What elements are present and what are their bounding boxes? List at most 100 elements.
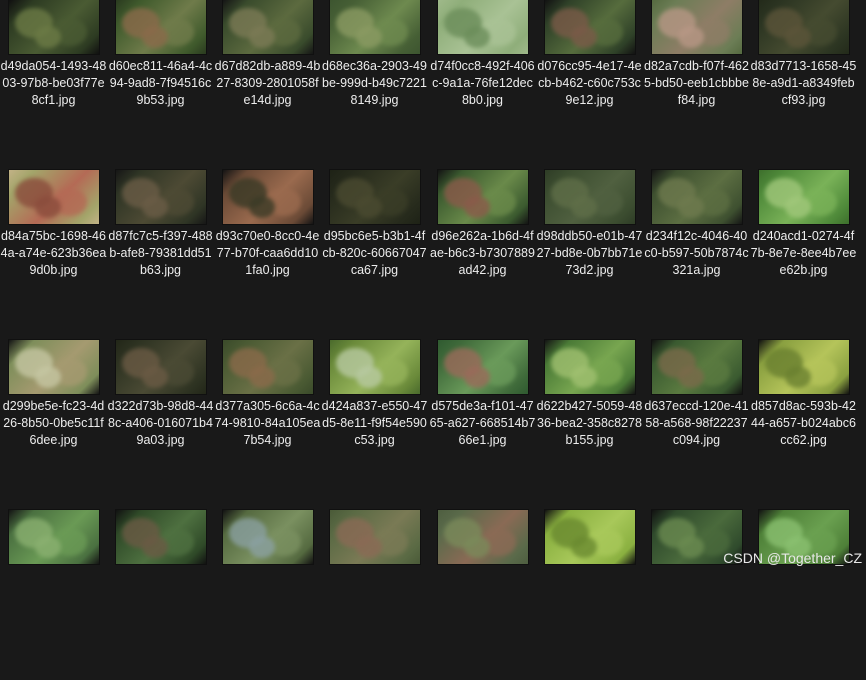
file-item[interactable] xyxy=(750,510,857,680)
image-thumbnail[interactable] xyxy=(437,510,528,564)
image-thumbnail[interactable] xyxy=(329,170,420,224)
image-thumbnail[interactable] xyxy=(758,0,849,54)
file-name: d98ddb50-e01b-4727-bd8e-0b7bb71e73d2.jpg xyxy=(536,229,643,277)
foliage-blob xyxy=(248,26,275,48)
image-thumbnail[interactable] xyxy=(222,340,313,394)
image-thumbnail[interactable] xyxy=(115,340,206,394)
file-item[interactable]: d857d8ac-593b-4244-a657-b024abc6cc62.jpg xyxy=(750,340,857,510)
thumbnail-frame xyxy=(643,0,750,60)
file-item[interactable]: d377a305-6c6a-4c74-9810-84a105ea7b54.jpg xyxy=(214,340,321,510)
file-item[interactable] xyxy=(643,510,750,680)
foliage-blob xyxy=(570,26,597,48)
foliage-blob xyxy=(784,366,811,388)
image-thumbnail[interactable] xyxy=(115,0,206,54)
thumbnail-frame xyxy=(0,0,107,60)
thumbnail-frame xyxy=(750,170,857,230)
thumbnail-frame xyxy=(536,0,643,60)
file-item[interactable] xyxy=(214,510,321,680)
image-thumbnail[interactable] xyxy=(222,170,313,224)
file-item[interactable]: d49da054-1493-4803-97b8-be03f77e8cf1.jpg xyxy=(0,0,107,170)
file-item[interactable] xyxy=(321,510,428,680)
file-item[interactable]: d68ec36a-2903-49be-999d-b49c72218149.jpg xyxy=(321,0,428,170)
image-thumbnail[interactable] xyxy=(758,340,849,394)
image-thumbnail[interactable] xyxy=(8,170,99,224)
file-item[interactable]: d74f0cc8-492f-406c-9a1a-76fe12dec8b0.jpg xyxy=(429,0,536,170)
image-thumbnail[interactable] xyxy=(437,0,528,54)
image-thumbnail[interactable] xyxy=(115,170,206,224)
image-thumbnail[interactable] xyxy=(544,340,635,394)
thumbnail-frame xyxy=(429,340,536,400)
image-thumbnail[interactable] xyxy=(651,170,742,224)
file-name: d93c70e0-8cc0-4e77-b70f-caa6dd101fa0.jpg xyxy=(215,229,320,277)
thumbnail-frame xyxy=(214,170,321,230)
foliage-blob xyxy=(141,536,168,558)
thumbnail-frame xyxy=(429,510,536,570)
foliage-blob xyxy=(141,366,168,388)
image-thumbnail[interactable] xyxy=(544,170,635,224)
file-item[interactable]: d234f12c-4046-40c0-b597-50b7874c321a.jpg xyxy=(643,170,750,340)
file-item[interactable]: d240acd1-0274-4f7b-8e7e-8ee4b7eee62b.jpg xyxy=(750,170,857,340)
file-item[interactable]: d60ec811-46a4-4c94-9ad8-7f94516c9b53.jpg xyxy=(107,0,214,170)
file-name: d377a305-6c6a-4c74-9810-84a105ea7b54.jpg xyxy=(214,399,321,447)
file-name: d322d73b-98d8-448c-a406-016071b49a03.jpg xyxy=(107,399,214,447)
thumbnail-frame xyxy=(536,510,643,570)
foliage-blob xyxy=(570,196,597,218)
file-name: d424a837-e550-47d5-8e11-f9f54e590c53.jpg xyxy=(321,399,428,447)
image-thumbnail[interactable] xyxy=(329,340,420,394)
file-name: d076cc95-4e17-4ecb-b462-c60c753c9e12.jpg xyxy=(537,59,642,107)
image-thumbnail[interactable] xyxy=(329,510,420,564)
thumbnail-frame xyxy=(321,340,428,400)
image-thumbnail[interactable] xyxy=(8,0,99,54)
thumbnail-frame xyxy=(321,510,428,570)
thumbnail-frame xyxy=(0,340,107,400)
image-thumbnail[interactable] xyxy=(222,510,313,564)
file-item[interactable]: d83d7713-1658-458e-a9d1-a8349febcf93.jpg xyxy=(750,0,857,170)
image-thumbnail[interactable] xyxy=(544,0,635,54)
file-item[interactable]: d622b427-5059-4836-bea2-358c8278b155.jpg xyxy=(536,340,643,510)
file-item[interactable]: d076cc95-4e17-4ecb-b462-c60c753c9e12.jpg xyxy=(536,0,643,170)
thumbnail-frame xyxy=(429,0,536,60)
image-thumbnail[interactable] xyxy=(544,510,635,564)
file-item[interactable]: d299be5e-fc23-4d26-8b50-0be5c11f6dee.jpg xyxy=(0,340,107,510)
file-item[interactable]: d96e262a-1b6d-4fae-b6c3-b7307889ad42.jpg xyxy=(429,170,536,340)
image-thumbnail[interactable] xyxy=(758,170,849,224)
file-name: d67d82db-a889-4b27-8309-2801058fe14d.jpg xyxy=(214,59,321,107)
file-item[interactable]: d82a7cdb-f07f-4625-bd50-eeb1cbbbef84.jpg xyxy=(643,0,750,170)
file-item[interactable]: d67d82db-a889-4b27-8309-2801058fe14d.jpg xyxy=(214,0,321,170)
file-item[interactable]: d637eccd-120e-4158-a568-98f22237c094.jpg xyxy=(643,340,750,510)
file-name: d82a7cdb-f07f-4625-bd50-eeb1cbbbef84.jpg xyxy=(644,59,749,107)
file-item[interactable]: d424a837-e550-47d5-8e11-f9f54e590c53.jpg xyxy=(321,340,428,510)
file-item[interactable] xyxy=(107,510,214,680)
image-thumbnail[interactable] xyxy=(437,340,528,394)
file-item[interactable]: d84a75bc-1698-464a-a74e-623b36ea9d0b.jpg xyxy=(0,170,107,340)
file-name: d240acd1-0274-4f7b-8e7e-8ee4b7eee62b.jpg xyxy=(750,229,857,277)
image-thumbnail[interactable] xyxy=(651,0,742,54)
foliage-blob xyxy=(677,196,704,218)
file-item[interactable]: d322d73b-98d8-448c-a406-016071b49a03.jpg xyxy=(107,340,214,510)
image-thumbnail[interactable] xyxy=(437,170,528,224)
file-item[interactable] xyxy=(429,510,536,680)
file-name: d575de3a-f101-4765-a627-668514b766e1.jpg xyxy=(429,399,536,447)
file-item[interactable] xyxy=(0,510,107,680)
thumbnail-frame xyxy=(321,170,428,230)
file-item[interactable]: d95bc6e5-b3b1-4fcb-820c-60667047ca67.jpg xyxy=(321,170,428,340)
foliage-blob xyxy=(141,26,168,48)
file-name: d622b427-5059-4836-bea2-358c8278b155.jpg xyxy=(536,399,643,447)
foliage-blob xyxy=(463,366,490,388)
image-thumbnail[interactable] xyxy=(8,340,99,394)
foliage-blob xyxy=(355,366,382,388)
file-item[interactable]: d98ddb50-e01b-4727-bd8e-0b7bb71e73d2.jpg xyxy=(536,170,643,340)
thumbnail-frame xyxy=(536,340,643,400)
image-thumbnail[interactable] xyxy=(115,510,206,564)
image-thumbnail[interactable] xyxy=(651,340,742,394)
thumbnail-frame xyxy=(214,340,321,400)
image-thumbnail[interactable] xyxy=(8,510,99,564)
file-name: d95bc6e5-b3b1-4fcb-820c-60667047ca67.jpg xyxy=(322,229,427,277)
thumbnail-frame xyxy=(750,0,857,60)
file-item[interactable] xyxy=(536,510,643,680)
file-item[interactable]: d575de3a-f101-4765-a627-668514b766e1.jpg xyxy=(429,340,536,510)
image-thumbnail[interactable] xyxy=(329,0,420,54)
image-thumbnail[interactable] xyxy=(222,0,313,54)
file-item[interactable]: d93c70e0-8cc0-4e77-b70f-caa6dd101fa0.jpg xyxy=(214,170,321,340)
file-item[interactable]: d87fc7c5-f397-488b-afe8-79381dd51b63.jpg xyxy=(107,170,214,340)
